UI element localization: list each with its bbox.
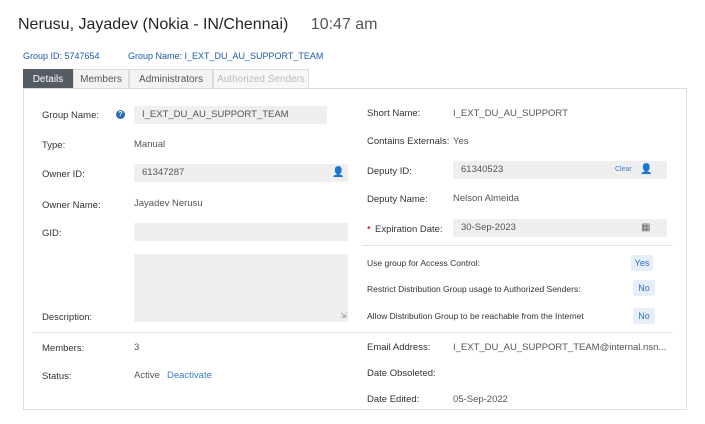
tab-details[interactable]: Details — [23, 69, 73, 89]
owner-name-label: Owner Name: — [42, 200, 101, 211]
contains-externals-value: Yes — [453, 136, 469, 147]
date-edited-value: 05-Sep-2022 — [453, 394, 508, 405]
description-textarea[interactable] — [134, 254, 348, 322]
sender-name: Nerusu, Jayadev (Nokia - IN/Chennai) — [18, 16, 289, 33]
contains-externals-label: Contains Externals: — [367, 136, 450, 147]
group-name-label: Group Name: — [42, 110, 100, 121]
details-panel — [23, 88, 687, 410]
message-time: 10:47 am — [310, 16, 378, 33]
date-obsoleted-label: Date Obsoleted: — [367, 368, 436, 379]
owner-name-value: Jayadev Nerusu — [134, 198, 203, 209]
restrict-distribution-toggle[interactable]: No — [633, 280, 655, 296]
gid-field[interactable] — [134, 223, 348, 241]
deactivate-link[interactable]: Deactivate — [167, 370, 212, 381]
group-id-label: Group ID: 5747654 — [23, 51, 100, 61]
help-circle-icon[interactable]: ? — [116, 110, 125, 119]
deputy-name-value: Nelson Almeida — [453, 193, 520, 204]
email-address-label: Email Address: — [367, 342, 431, 353]
divider — [33, 332, 673, 333]
expiration-date-label: Expiration Date: — [375, 224, 443, 235]
deputy-id-field[interactable]: 61340523 — [453, 161, 667, 179]
gid-label: GID: — [42, 228, 62, 239]
person-add-icon[interactable]: 👤 — [332, 167, 344, 178]
email-address-value: I_EXT_DU_AU_SUPPORT_TEAM@internal.nsn... — [453, 342, 667, 353]
calendar-icon[interactable]: ▦ — [641, 222, 650, 233]
tab-members[interactable]: Members — [73, 69, 129, 89]
members-value: 3 — [134, 342, 140, 353]
group-name-label: Group Name: I_EXT_DU_AU_SUPPORT_TEAM — [128, 51, 324, 61]
expiration-date-field[interactable]: 30-Sep-2023 — [453, 219, 667, 237]
tab-administrators[interactable]: Administrators — [129, 69, 213, 89]
owner-id-label: Owner ID: — [42, 169, 85, 180]
resize-handle-icon[interactable]: ⇲ — [340, 311, 347, 320]
group-name-field[interactable]: I_EXT_DU_AU_SUPPORT_TEAM — [134, 106, 327, 124]
type-value: Manual — [134, 139, 166, 150]
description-label: Description: — [42, 312, 93, 323]
status-label: Status: — [42, 371, 72, 382]
owner-id-field[interactable]: 61347287 — [134, 164, 348, 182]
clear-deputy-link[interactable]: Clear — [615, 166, 632, 173]
restrict-distribution-label: Restrict Distribution Group usage to Aut… — [367, 284, 581, 294]
divider — [362, 245, 673, 246]
short-name-value: I_EXT_DU_AU_SUPPORT — [453, 108, 568, 119]
allow-internet-toggle[interactable]: No — [633, 308, 655, 324]
message-header: Nerusu, Jayadev (Nokia - IN/Chennai) 10:… — [18, 16, 378, 34]
tab-authorized-senders: Authorized Senders — [213, 69, 309, 89]
deputy-name-label: Deputy Name: — [367, 194, 428, 205]
access-control-label: Use group for Access Control: — [367, 258, 480, 268]
allow-internet-label: Allow Distribution Group to be reachable… — [367, 311, 584, 321]
person-add-icon[interactable]: 👤 — [640, 164, 652, 175]
short-name-label: Short Name: — [367, 108, 421, 119]
status-value: Active — [134, 370, 160, 381]
date-edited-label: Date Edited: — [367, 394, 420, 405]
members-label: Members: — [42, 343, 85, 354]
required-mark: • — [367, 223, 371, 234]
deputy-id-label: Deputy ID: — [367, 166, 412, 177]
type-label: Type: — [42, 140, 66, 151]
access-control-toggle[interactable]: Yes — [631, 255, 653, 271]
